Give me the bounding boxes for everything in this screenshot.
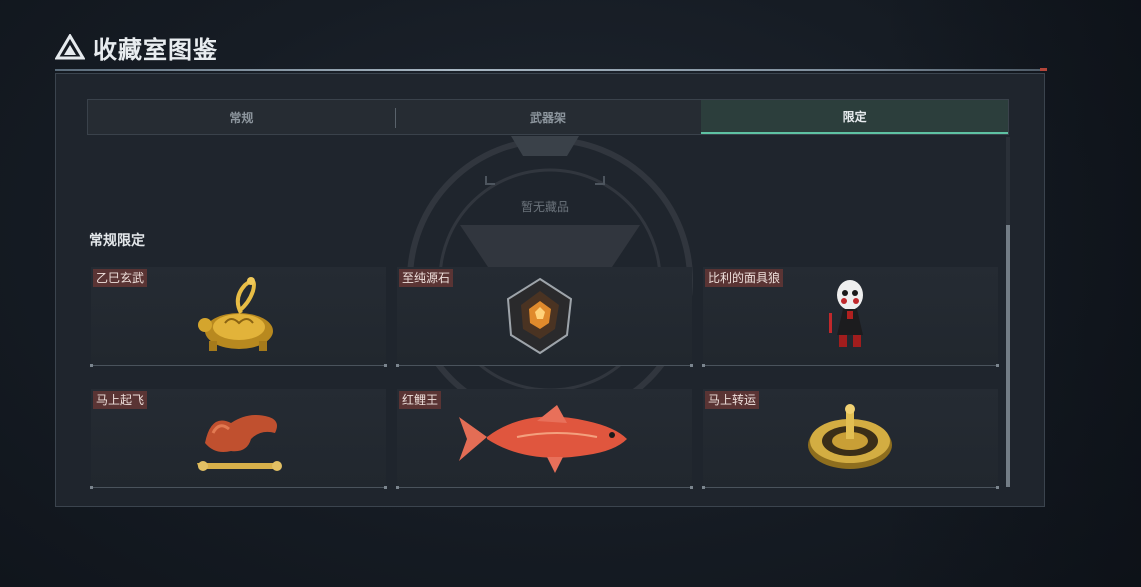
tab-limited[interactable]: 限定 xyxy=(701,100,1009,134)
golden-compass-wheel-icon xyxy=(808,404,892,469)
golden-turtle-snake-icon xyxy=(198,277,273,351)
tab-weapon-rack[interactable]: 武器架 xyxy=(394,100,702,134)
empty-state-text: 暂无藏品 xyxy=(520,200,569,214)
red-carp-icon xyxy=(459,405,627,473)
billy-puppet-icon xyxy=(829,280,863,347)
card-label: 比利的面具狼 xyxy=(705,269,784,287)
collection-card[interactable]: 马上起飞 xyxy=(90,389,387,489)
collection-card[interactable]: 乙巳玄武 xyxy=(90,267,387,367)
golden-horse-icon xyxy=(197,415,282,471)
tab-limited-label: 限定 xyxy=(842,109,867,124)
tab-weapon-rack-label: 武器架 xyxy=(530,110,567,125)
card-label: 红鲤王 xyxy=(399,391,442,409)
collection-card[interactable]: 至纯源石 xyxy=(396,267,693,367)
collection-card[interactable]: 马上转运 xyxy=(702,389,999,489)
header-divider xyxy=(55,69,1045,71)
scrollbar[interactable] xyxy=(1006,137,1010,487)
card-label: 马上转运 xyxy=(705,391,760,409)
collection-card[interactable]: 红鲤王 xyxy=(396,389,693,489)
card-label: 马上起飞 xyxy=(93,391,148,409)
source-stone-icon xyxy=(506,277,573,355)
page-header: 收藏室图鉴 xyxy=(55,30,218,64)
section-title: 常规限定 xyxy=(89,233,145,249)
header-divider-accent xyxy=(1040,68,1047,71)
page-title: 收藏室图鉴 xyxy=(93,35,218,64)
card-label: 至纯源石 xyxy=(399,269,454,287)
delta-logo-icon xyxy=(55,34,85,60)
scrollbar-thumb[interactable] xyxy=(1006,225,1010,487)
category-tabs: 常规 武器架 限定 xyxy=(87,99,1009,135)
tab-regular-label: 常规 xyxy=(229,110,254,125)
collection-card[interactable]: 比利的面具狼 xyxy=(702,267,999,367)
card-label: 乙巳玄武 xyxy=(93,269,148,287)
tab-regular[interactable]: 常规 xyxy=(88,100,395,134)
